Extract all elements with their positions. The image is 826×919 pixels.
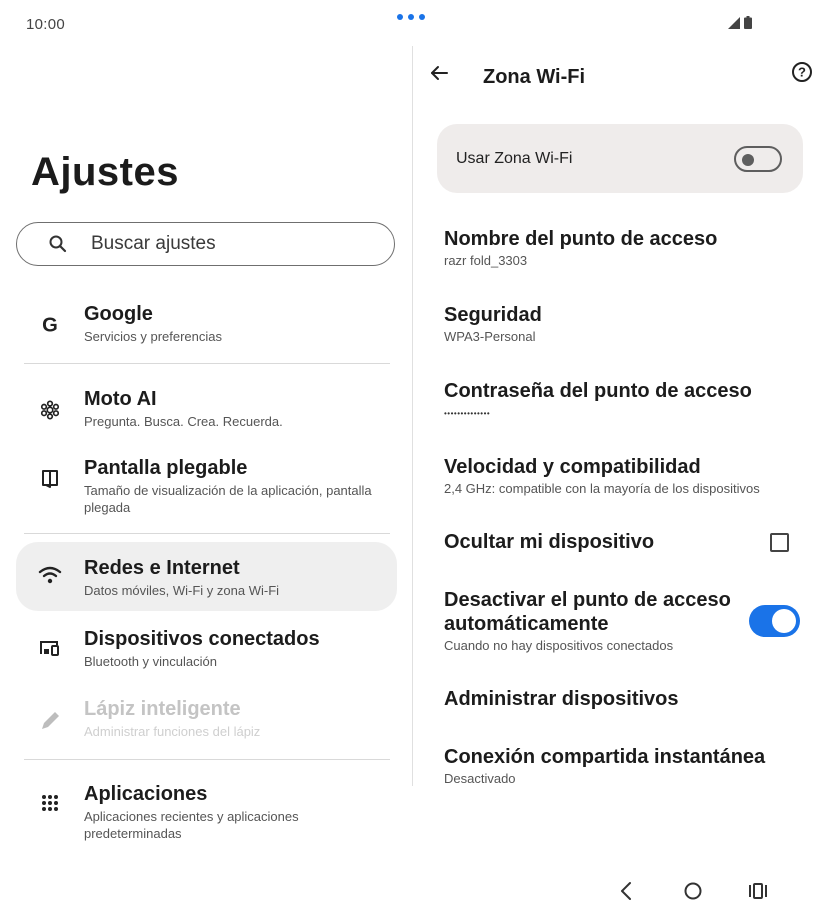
moto-ai-icon — [16, 387, 84, 421]
status-icons — [728, 16, 752, 29]
use-hotspot-switch[interactable] — [734, 145, 782, 172]
item-title: Lápiz inteligente — [84, 698, 241, 720]
pen-icon — [16, 697, 84, 733]
devices-icon — [16, 627, 84, 657]
item-title: Desactivar el punto de acceso automática… — [444, 589, 731, 635]
svg-text:?: ? — [798, 65, 806, 80]
password-dots: •••••••••••••• — [444, 409, 491, 418]
svg-text:G: G — [42, 314, 58, 336]
settings-item-smart-pen[interactable]: Lápiz inteligente Administrar funciones … — [16, 697, 397, 740]
settings-item-google[interactable]: G Google Servicios y preferencias — [16, 302, 397, 345]
more-dots-icon[interactable] — [397, 14, 425, 20]
settings-item-apps[interactable]: Aplicaciones Aplicaciones recientes y ap… — [16, 782, 397, 842]
item-title: Redes e Internet — [84, 557, 240, 579]
item-subtitle: 2,4 GHz: compatible con la mayoría de lo… — [444, 481, 760, 496]
item-subtitle: razr fold_3303 — [444, 253, 528, 268]
status-time: 10:00 — [26, 16, 66, 33]
back-arrow-icon[interactable] — [428, 62, 450, 89]
item-title: Pantalla plegable — [84, 457, 248, 479]
item-subtitle: Pregunta. Busca. Crea. Recuerda. — [84, 414, 283, 429]
item-title: Dispositivos conectados — [84, 628, 320, 650]
hide-device-checkbox[interactable] — [770, 532, 789, 552]
item-subtitle: Administrar funciones del lápiz — [84, 724, 261, 739]
help-icon[interactable]: ? — [791, 61, 813, 88]
item-subtitle: Tamaño de visualización de la aplicación… — [84, 483, 372, 515]
item-title: Google — [84, 303, 153, 325]
setting-hotspot-password[interactable]: Contraseña del punto de acceso •••••••••… — [444, 379, 800, 421]
divider — [24, 759, 390, 760]
item-title: Velocidad y compatibilidad — [444, 456, 701, 478]
auto-turn-off-switch[interactable] — [749, 605, 800, 637]
item-subtitle: Cuando no hay dispositivos conectados — [444, 638, 674, 653]
setting-manage-devices[interactable]: Administrar dispositivos — [444, 687, 800, 711]
setting-instant-hotspot[interactable]: Conexión compartida instantánea Desactiv… — [444, 745, 800, 787]
settings-item-network[interactable]: Redes e Internet Datos móviles, Wi-Fi y … — [16, 542, 397, 611]
setting-security[interactable]: Seguridad WPA3-Personal — [444, 303, 800, 345]
setting-hotspot-name[interactable]: Nombre del punto de acceso razr fold_330… — [444, 227, 800, 269]
item-title: Administrar dispositivos — [444, 688, 679, 710]
search-bar[interactable]: Buscar ajustes — [16, 222, 395, 266]
use-hotspot-card[interactable]: Usar Zona Wi-Fi — [437, 124, 803, 193]
settings-item-moto-ai[interactable]: Moto AI Pregunta. Busca. Crea. Recuerda. — [16, 387, 397, 430]
item-subtitle: WPA3-Personal — [444, 329, 536, 344]
pane-divider — [412, 46, 413, 786]
item-title: Ocultar mi dispositivo — [444, 531, 655, 553]
use-hotspot-label: Usar Zona Wi-Fi — [456, 149, 573, 167]
item-subtitle: Servicios y preferencias — [84, 329, 222, 344]
detail-title: Zona Wi-Fi — [483, 66, 586, 88]
wifi-icon — [16, 556, 84, 584]
search-placeholder: Buscar ajustes — [91, 233, 216, 254]
item-title: Conexión compartida instantánea — [444, 746, 766, 768]
battery-icon — [744, 16, 752, 29]
signal-icon — [728, 17, 740, 29]
item-title: Moto AI — [84, 388, 157, 410]
settings-item-foldable[interactable]: Pantalla plegable Tamaño de visualizació… — [16, 456, 397, 516]
setting-speed-compatibility[interactable]: Velocidad y compatibilidad 2,4 GHz: comp… — [444, 455, 800, 497]
item-title: Aplicaciones — [84, 783, 208, 805]
google-icon: G — [16, 302, 84, 336]
nav-back-icon[interactable] — [618, 880, 634, 907]
item-title: Seguridad — [444, 304, 542, 326]
setting-auto-turn-off[interactable]: Desactivar el punto de acceso automática… — [444, 588, 800, 654]
nav-recents-icon[interactable] — [748, 880, 768, 907]
setting-hide-device[interactable]: Ocultar mi dispositivo — [444, 530, 800, 554]
item-subtitle: Desactivado — [444, 771, 516, 786]
foldable-icon — [16, 456, 84, 490]
item-subtitle: Aplicaciones recientes y aplicaciones pr… — [84, 809, 299, 841]
item-title: Contraseña del punto de acceso — [444, 380, 752, 402]
settings-item-connected-devices[interactable]: Dispositivos conectados Bluetooth y vinc… — [16, 627, 397, 670]
item-title: Nombre del punto de acceso — [444, 228, 718, 250]
item-subtitle: Datos móviles, Wi-Fi y zona Wi-Fi — [84, 583, 280, 598]
divider — [24, 533, 390, 534]
nav-home-icon[interactable] — [682, 880, 704, 907]
apps-icon — [16, 782, 84, 812]
page-title: Ajustes — [31, 150, 179, 194]
item-subtitle: Bluetooth y vinculación — [84, 654, 217, 669]
divider — [24, 363, 390, 364]
search-icon — [45, 234, 71, 254]
